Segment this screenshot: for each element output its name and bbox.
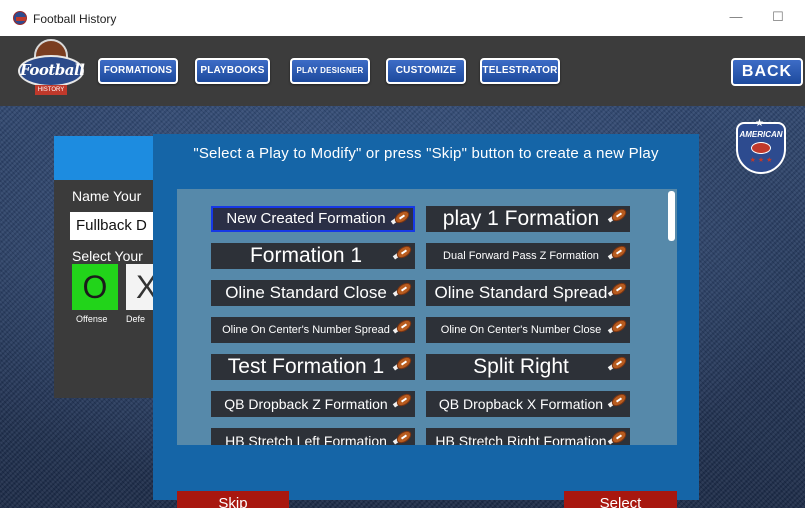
offense-toggle[interactable]: O xyxy=(72,264,118,310)
logo-sub-text: HISTORY xyxy=(37,87,65,93)
formation-item-label: QB Dropback X Formation xyxy=(438,396,604,412)
football-pencil-icon[interactable] xyxy=(392,280,414,298)
formation-item[interactable]: Oline On Center's Number Close xyxy=(426,317,630,343)
football-pencil-icon[interactable] xyxy=(607,354,629,372)
formation-item-label: QB Dropback Z Formation xyxy=(224,396,388,412)
select-button[interactable]: Select xyxy=(564,491,677,508)
formations-button[interactable]: FORMATIONS xyxy=(98,58,178,84)
stars-icon: ★ ★ ★ xyxy=(749,157,773,164)
football-pencil-icon[interactable] xyxy=(392,391,414,409)
skip-button[interactable]: Skip xyxy=(177,491,289,508)
formation-item[interactable]: Oline Standard Close xyxy=(211,280,415,306)
formation-item-label: Dual Forward Pass Z Formation xyxy=(443,250,599,262)
formation-item[interactable]: Test Formation 1 xyxy=(211,354,415,380)
app-icon xyxy=(13,11,27,25)
formation-item[interactable]: QB Dropback Z Formation xyxy=(211,391,415,417)
formation-item-label: Oline On Center's Number Spread xyxy=(222,324,390,336)
formation-item[interactable]: Split Right xyxy=(426,354,630,380)
football-pencil-icon[interactable] xyxy=(607,428,629,445)
select-side-label: Select Your xyxy=(72,248,143,264)
football-pencil-icon[interactable] xyxy=(392,354,414,372)
window-title: Football History xyxy=(33,12,117,26)
football-history-logo[interactable]: Football HISTORY xyxy=(16,39,86,103)
telestrator-button[interactable]: TELESTRATOR xyxy=(480,58,560,84)
playbooks-button[interactable]: PLAYBOOKS xyxy=(195,58,270,84)
formation-item-label: New Created Formation xyxy=(226,210,386,227)
football-pencil-icon[interactable] xyxy=(392,428,414,445)
football-icon xyxy=(751,142,771,154)
american-badge: ★ AMERICAN ★ ★ ★ xyxy=(736,118,786,174)
formation-item[interactable]: Formation 1 xyxy=(211,243,415,269)
formation-item[interactable]: Dual Forward Pass Z Formation xyxy=(426,243,630,269)
panel-header xyxy=(54,136,164,180)
formation-item-label: HB Stretch Right Formation xyxy=(435,433,607,445)
formation-item-label: Oline On Center's Number Close xyxy=(440,324,602,336)
football-pencil-icon[interactable] xyxy=(607,243,629,261)
football-pencil-icon[interactable] xyxy=(392,243,414,261)
star-icon: ★ xyxy=(755,118,764,129)
formation-item[interactable]: play 1 Formation xyxy=(426,206,630,232)
back-button[interactable]: BACK xyxy=(731,58,803,86)
formation-item[interactable]: Oline Standard Spread xyxy=(426,280,630,306)
formation-item-label: Oline Standard Spread xyxy=(434,283,608,302)
title-bar: Football History — ☐ xyxy=(0,0,805,36)
football-pencil-icon[interactable] xyxy=(607,280,629,298)
football-pencil-icon[interactable] xyxy=(607,391,629,409)
formation-item-label: Test Formation 1 xyxy=(227,355,385,378)
formation-item-label: HB Stretch Left Formation xyxy=(225,433,387,445)
formation-item-label: Split Right xyxy=(473,355,569,378)
formation-item[interactable]: HB Stretch Left Formation xyxy=(211,428,415,445)
maximize-button[interactable]: ☐ xyxy=(768,9,788,25)
defense-label: Defe xyxy=(126,314,146,324)
select-play-modal: "Select a Play to Modify" or press "Skip… xyxy=(153,134,699,508)
football-pencil-icon[interactable] xyxy=(390,208,412,226)
formation-item[interactable]: Oline On Center's Number Spread xyxy=(211,317,415,343)
customize-button[interactable]: CUSTOMIZE xyxy=(386,58,466,84)
football-pencil-icon[interactable] xyxy=(392,317,414,335)
formation-item[interactable]: QB Dropback X Formation xyxy=(426,391,630,417)
game-area: Football HISTORY FORMATIONS PLAYBOOKS PL… xyxy=(0,36,805,508)
badge-text: AMERICAN xyxy=(739,130,783,139)
background-create-panel: Name Your Fullback D Select Your O X Off… xyxy=(54,136,166,398)
formation-item-label: play 1 Formation xyxy=(442,207,600,230)
name-field[interactable]: Fullback D xyxy=(70,212,164,240)
football-pencil-icon[interactable] xyxy=(607,206,629,224)
offense-label: Offense xyxy=(76,314,108,324)
play-designer-button[interactable]: PLAY DESIGNER xyxy=(290,58,370,84)
formation-item[interactable]: HB Stretch Right Formation xyxy=(426,428,630,445)
name-label: Name Your xyxy=(72,188,142,204)
top-nav-bar: Football HISTORY FORMATIONS PLAYBOOKS PL… xyxy=(0,36,805,106)
logo-text: Football xyxy=(20,61,85,79)
formation-items: New Created Formation play 1 Formation For… xyxy=(153,134,699,445)
formation-item-label: Oline Standard Close xyxy=(225,283,387,302)
formation-item-label: Formation 1 xyxy=(249,244,363,267)
formation-item[interactable]: New Created Formation xyxy=(211,206,415,232)
football-pencil-icon[interactable] xyxy=(607,317,629,335)
minimize-button[interactable]: — xyxy=(726,9,746,24)
